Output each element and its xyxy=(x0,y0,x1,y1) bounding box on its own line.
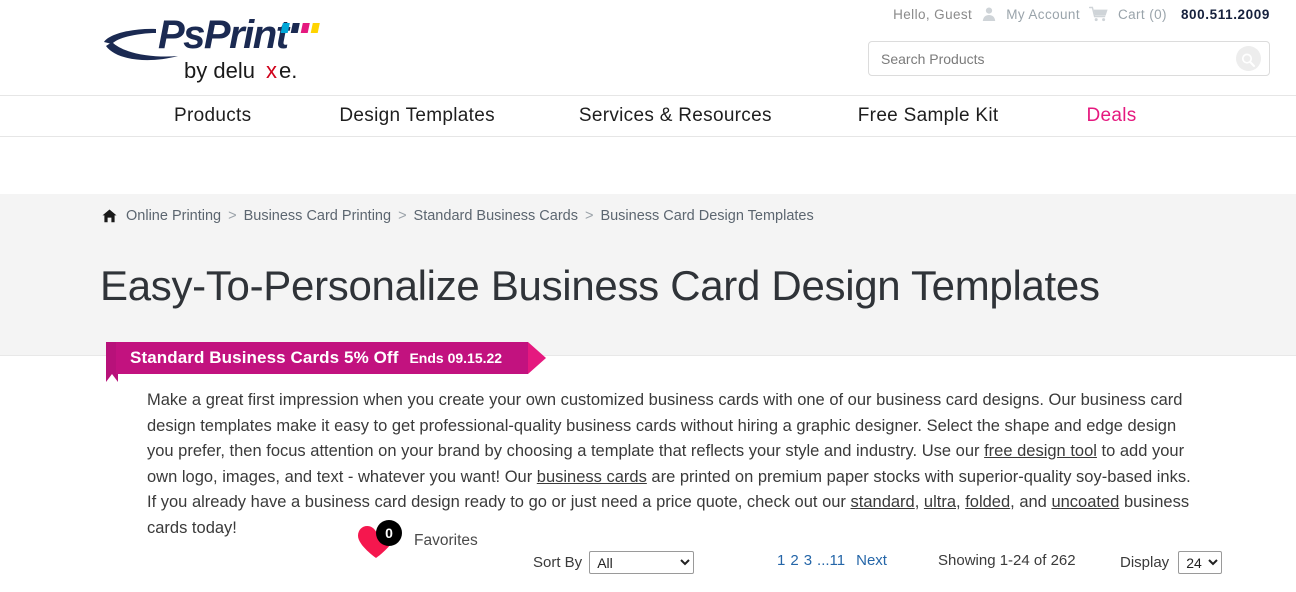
standard-link[interactable]: standard xyxy=(851,493,915,511)
display-count-select[interactable]: 24 xyxy=(1178,551,1223,574)
greeting-text: Hello, Guest xyxy=(893,6,973,22)
pagination: 1 2 3 ...11 Next xyxy=(777,552,887,569)
svg-text:PsPrint: PsPrint xyxy=(158,13,291,57)
utility-nav: Hello, Guest My Account Cart (0) 800.511… xyxy=(893,6,1270,22)
psprint-logo[interactable]: PsPrint by delu x e. xyxy=(100,8,340,86)
favorites-heart[interactable]: 0 xyxy=(357,520,402,562)
page-link-1[interactable]: 1 xyxy=(777,552,785,569)
person-icon xyxy=(981,6,997,22)
breadcrumb-item-online-printing[interactable]: Online Printing xyxy=(126,208,221,224)
svg-text:e.: e. xyxy=(279,58,297,83)
search-input[interactable] xyxy=(869,42,1229,75)
breadcrumb-item-standard-business-cards[interactable]: Standard Business Cards xyxy=(414,208,578,224)
breadcrumb: Online Printing > Business Card Printing… xyxy=(102,208,814,224)
nav-item-design-templates[interactable]: Design Templates xyxy=(339,105,494,127)
breadcrumb-item-business-card-printing[interactable]: Business Card Printing xyxy=(244,208,392,224)
breadcrumb-separator: > xyxy=(398,208,407,224)
showing-results-text: Showing 1-24 of 262 xyxy=(938,552,1076,569)
display-control: Display 24 xyxy=(1120,551,1223,574)
site-header: PsPrint by delu x e. Hello, Guest My Acc… xyxy=(0,0,1296,96)
favorites-count-badge: 0 xyxy=(376,520,402,546)
home-icon[interactable] xyxy=(102,209,117,223)
ultra-link[interactable]: ultra xyxy=(924,493,956,511)
logo-graphic: PsPrint by delu x e. xyxy=(104,13,320,83)
favorites-widget[interactable]: 0 Favorites xyxy=(357,520,478,562)
shopping-cart-icon[interactable] xyxy=(1088,6,1109,22)
intro-paragraph: Make a great first impression when you c… xyxy=(147,388,1203,541)
promo-end-date: Ends 09.15.22 xyxy=(409,350,503,366)
intro-text-6: , and xyxy=(1010,493,1052,511)
favorites-label: Favorites xyxy=(414,532,478,549)
sort-by-label: Sort By xyxy=(533,554,583,571)
my-account-link[interactable]: My Account xyxy=(1006,7,1080,22)
svg-text:by delu: by delu xyxy=(184,58,255,83)
page-link-last[interactable]: ...11 xyxy=(817,552,845,569)
phone-number: 800.511.2009 xyxy=(1180,6,1270,22)
breadcrumb-separator: > xyxy=(228,208,237,224)
page-link-2[interactable]: 2 xyxy=(790,552,798,569)
search-bar[interactable] xyxy=(868,41,1270,76)
page-link-3[interactable]: 3 xyxy=(804,552,812,569)
cart-link[interactable]: Cart (0) xyxy=(1118,7,1167,22)
intro-text-4: , xyxy=(914,493,924,511)
intro-text-5: , xyxy=(956,493,966,511)
nav-item-free-sample-kit[interactable]: Free Sample Kit xyxy=(858,105,999,127)
search-icon xyxy=(1236,52,1261,69)
breadcrumb-separator: > xyxy=(584,208,594,224)
uncoated-link[interactable]: uncoated xyxy=(1051,493,1119,511)
page-next-link[interactable]: Next xyxy=(856,552,887,569)
promo-ribbon-body: Standard Business Cards 5% Off Ends 09.1… xyxy=(116,342,529,374)
business-cards-link[interactable]: business cards xyxy=(537,468,647,486)
main-navigation: Products Design Templates Services & Res… xyxy=(0,96,1296,137)
breadcrumb-item-business-card-design-templates[interactable]: Business Card Design Templates xyxy=(600,208,813,224)
promo-title: Standard Business Cards 5% Off xyxy=(130,348,399,367)
nav-item-products[interactable]: Products xyxy=(174,105,251,127)
display-label: Display xyxy=(1120,554,1170,571)
free-design-tool-link[interactable]: free design tool xyxy=(984,442,1097,460)
sort-by-select[interactable]: All xyxy=(589,551,695,574)
folded-link[interactable]: folded xyxy=(965,493,1010,511)
search-button[interactable] xyxy=(1236,46,1261,71)
sort-control: Sort By All xyxy=(533,551,695,574)
page-title: Easy-To-Personalize Business Card Design… xyxy=(100,262,1100,309)
svg-text:x: x xyxy=(266,58,277,83)
nav-item-deals[interactable]: Deals xyxy=(1087,105,1137,127)
nav-item-services-resources[interactable]: Services & Resources xyxy=(579,105,772,127)
